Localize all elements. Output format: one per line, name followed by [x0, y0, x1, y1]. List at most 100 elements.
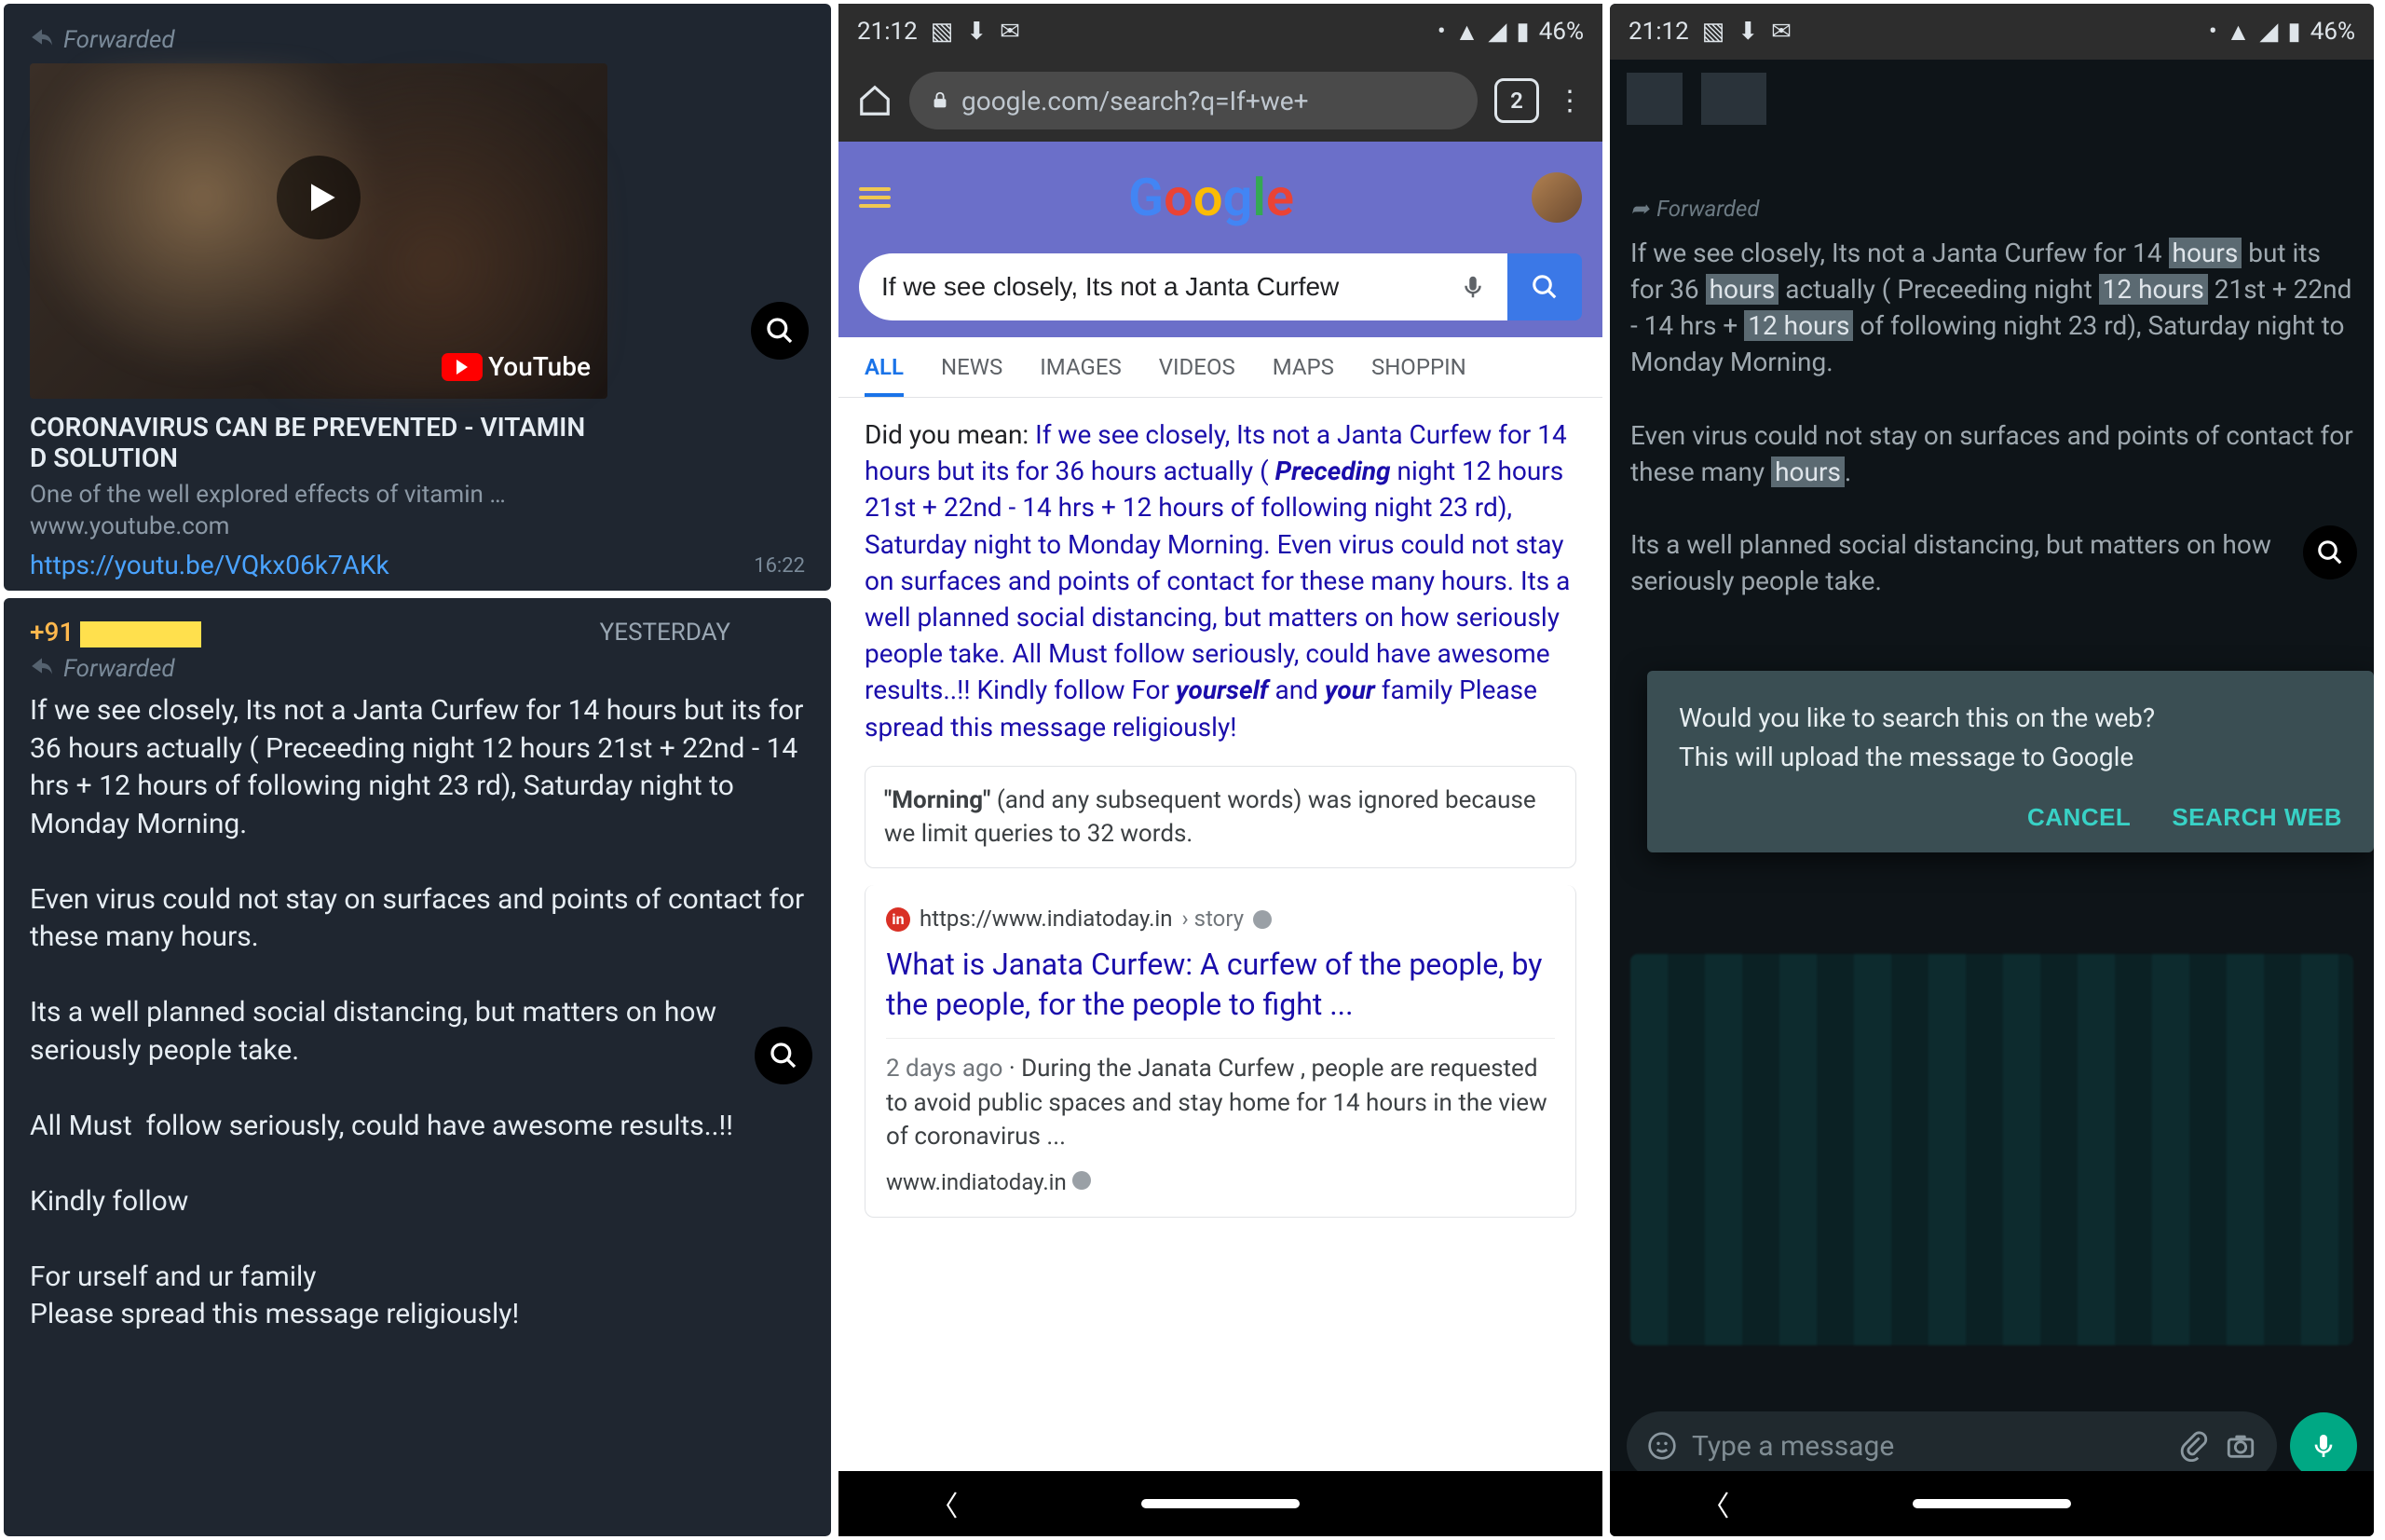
android-nav-bar: 〈 — [838, 1471, 1602, 1536]
did-you-mean[interactable]: Did you mean: If we see closely, Its not… — [865, 416, 1576, 745]
search-web-button[interactable]: SEARCH WEB — [2172, 803, 2342, 832]
search-icon — [769, 1041, 798, 1070]
home-icon[interactable] — [857, 83, 893, 118]
dym-label: Did you mean: — [865, 419, 1035, 450]
message-icon: ✉ — [1000, 18, 1020, 46]
message-date: YESTERDAY — [600, 619, 730, 647]
tab-videos[interactable]: VIDEOS — [1159, 354, 1235, 397]
cancel-button[interactable]: CANCEL — [2027, 803, 2131, 832]
play-button[interactable] — [277, 156, 361, 239]
search-result[interactable]: in https://www.indiatoday.in › story Wha… — [865, 885, 1576, 1218]
android-nav-bar: 〈 — [1610, 1471, 2374, 1536]
search-message-fab[interactable] — [751, 302, 809, 360]
back-button[interactable]: 〈 — [930, 1483, 958, 1524]
status-time: 21:12 — [1629, 18, 1689, 46]
emoji-icon[interactable] — [1647, 1431, 1677, 1461]
forwarded-text: Forwarded — [63, 26, 175, 54]
dialog-text-line1: Would you like to search this on the web… — [1679, 699, 2342, 738]
home-pill[interactable] — [1141, 1499, 1300, 1508]
tab-news[interactable]: NEWS — [941, 354, 1002, 397]
attach-icon[interactable] — [2178, 1430, 2210, 1462]
dot-icon: • — [2209, 18, 2217, 46]
tab-images[interactable]: IMAGES — [1040, 354, 1121, 397]
url-text: google.com/search?q=If+we+ — [961, 86, 1309, 116]
battery-icon: ▮ — [1516, 18, 1529, 46]
forward-arrow-icon — [30, 26, 54, 54]
tab-shopping[interactable]: SHOPPIN — [1371, 354, 1466, 397]
search-web-dialog: Would you like to search this on the web… — [1647, 671, 2374, 852]
battery-percent: 46% — [2310, 18, 2355, 46]
search-input[interactable] — [881, 272, 1459, 302]
dialog-text-line2: This will upload the message to Google — [1679, 738, 2342, 777]
android-status-bar: 21:12 ▧ ⬇ ✉ • ▲ ◢ ▮ 46% — [838, 4, 1602, 60]
indiatoday-favicon-icon: in — [886, 907, 910, 932]
message-placeholder: Type a message — [1692, 1430, 2163, 1463]
search-icon — [765, 316, 795, 346]
search-tabs: ALL NEWS IMAGES VIDEOS MAPS SHOPPIN — [838, 337, 1602, 398]
tab-all[interactable]: ALL — [865, 354, 904, 397]
tabs-button[interactable]: 2 — [1494, 78, 1539, 123]
forwarded-label: Forwarded — [30, 655, 805, 683]
whatsapp-search-dialog-screen: 21:12 ▧ ⬇ ✉ • ▲ ◢ ▮ 46% ➦ Forwarded If w… — [1610, 4, 2374, 1536]
whatsapp-composer: Type a message — [1610, 1411, 2374, 1480]
telegram-video-message: Forwarded YouTube CORONAVIRUS CAN BE PRE… — [4, 4, 831, 591]
search-box[interactable] — [859, 253, 1509, 320]
gallery-icon: ▧ — [1702, 18, 1725, 46]
battery-percent: 46% — [1539, 18, 1584, 46]
url-bar[interactable]: google.com/search?q=If+we+ — [909, 72, 1478, 129]
whatsapp-message-body[interactable]: If we see closely, Its not a Janta Curfe… — [1630, 235, 2353, 600]
query-truncation-notice: "Morning" (and any subsequent words) was… — [865, 766, 1576, 869]
message-input[interactable]: Type a message — [1627, 1411, 2277, 1480]
search-message-fab[interactable] — [2303, 525, 2357, 579]
amp-icon — [1253, 910, 1272, 929]
forwarded-label: ➦ Forwarded — [1630, 194, 2353, 225]
mic-icon — [2309, 1431, 2338, 1461]
signal-icon: ◢ — [2259, 18, 2278, 46]
redacted-image — [1630, 954, 2353, 1345]
google-logo[interactable]: Google — [1128, 167, 1294, 228]
mic-icon[interactable] — [1459, 273, 1487, 301]
video-thumbnail[interactable]: YouTube — [30, 63, 607, 399]
home-pill[interactable] — [1913, 1499, 2071, 1508]
voice-button[interactable] — [2290, 1412, 2357, 1479]
back-button[interactable]: 〈 — [1701, 1483, 1729, 1524]
overflow-menu-icon[interactable]: ⋮ — [1556, 85, 1584, 117]
result-title[interactable]: What is Janata Curfew: A curfew of the p… — [886, 945, 1555, 1025]
amp-icon — [1072, 1171, 1091, 1190]
download-icon: ⬇ — [966, 18, 987, 46]
wifi-icon: ▲ — [1455, 18, 1479, 47]
forwarded-text: Forwarded — [63, 655, 175, 683]
signal-icon: ◢ — [1488, 18, 1506, 46]
google-header: Google — [838, 142, 1602, 253]
video-description: One of the well explored effects of vita… — [30, 481, 626, 509]
youtube-label: YouTube — [488, 351, 591, 382]
hamburger-menu-icon[interactable] — [859, 183, 891, 212]
youtube-logo-icon — [442, 353, 483, 381]
search-button[interactable] — [1507, 253, 1582, 320]
gallery-icon: ▧ — [931, 18, 954, 46]
lock-icon — [930, 90, 950, 111]
battery-icon: ▮ — [2287, 18, 2300, 46]
video-title: CORONAVIRUS CAN BE PREVENTED - VITAMIN D… — [30, 412, 607, 473]
tab-maps[interactable]: MAPS — [1273, 354, 1334, 397]
wifi-icon: ▲ — [2227, 18, 2251, 47]
download-icon: ⬇ — [1738, 18, 1758, 46]
search-icon — [1531, 273, 1559, 301]
video-source: www.youtube.com — [30, 512, 805, 540]
search-message-fab[interactable] — [755, 1027, 812, 1084]
forwarded-label: Forwarded — [30, 26, 805, 54]
search-icon — [2316, 538, 2344, 566]
result-source: in https://www.indiatoday.in › story — [886, 904, 1555, 935]
message-body[interactable]: If we see closely, Its not a Janta Curfe… — [30, 692, 805, 1334]
forward-arrow-icon — [30, 655, 54, 683]
redacted-header — [1627, 73, 2357, 125]
sender-number[interactable]: +91 — [30, 617, 201, 647]
youtube-badge: YouTube — [442, 351, 591, 382]
account-avatar[interactable] — [1532, 172, 1582, 223]
android-status-bar: 21:12 ▧ ⬇ ✉ • ▲ ◢ ▮ 46% — [1610, 4, 2374, 60]
google-search-screen: 21:12 ▧ ⬇ ✉ • ▲ ◢ ▮ 46% google.com/searc… — [838, 4, 1602, 1536]
status-time: 21:12 — [857, 18, 918, 46]
camera-icon[interactable] — [2225, 1430, 2256, 1462]
telegram-text-message: +91 YESTERDAY Forwarded If we see closel… — [4, 598, 831, 1536]
result-snippet: 2 days ago · During the Janata Curfew , … — [886, 1038, 1555, 1153]
